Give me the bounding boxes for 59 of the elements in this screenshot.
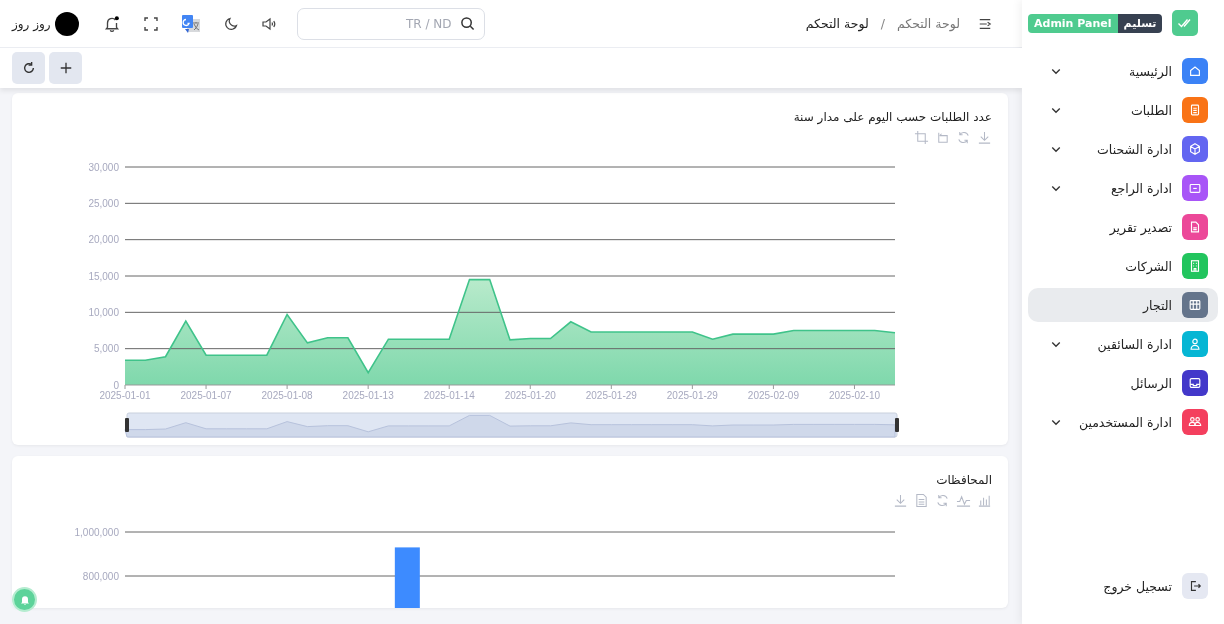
sidebar-item[interactable]: التجار xyxy=(1028,288,1218,322)
download-icon[interactable] xyxy=(977,130,992,145)
axis-label: 1,000,000 xyxy=(74,526,119,538)
sidebar-item[interactable]: الطلبات xyxy=(1028,93,1218,127)
refresh-button[interactable] xyxy=(12,52,45,84)
fullscreen-icon[interactable] xyxy=(142,15,159,32)
axis-label: 800,000 xyxy=(82,570,119,582)
sidebar-item[interactable]: الرسائل xyxy=(1028,366,1218,400)
line-chart-icon[interactable] xyxy=(956,493,971,508)
axis-label: 2025-01-20 xyxy=(504,390,556,401)
document-icon[interactable] xyxy=(914,493,929,508)
axis-label: 0 xyxy=(113,379,119,391)
axis-label: 2025-01-08 xyxy=(261,390,313,401)
range-slider[interactable] xyxy=(124,412,898,438)
logout-icon xyxy=(1182,573,1208,599)
sidebar-item[interactable]: تصدير تقرير xyxy=(1028,210,1218,244)
axis-label: 2025-01-07 xyxy=(180,390,232,401)
speaker-icon[interactable] xyxy=(260,15,277,32)
axis-label: 15,000 xyxy=(88,270,119,282)
axis-label: 2025-01-13 xyxy=(342,390,394,401)
refresh-icon[interactable] xyxy=(935,493,950,508)
axis-label: 2025-01-29 xyxy=(585,390,637,401)
refresh-icon xyxy=(21,61,36,75)
axis-label: 2025-02-09 xyxy=(747,390,799,401)
axis-label: 2025-02-10 xyxy=(828,390,881,401)
logout-button[interactable]: تسجيل خروج xyxy=(1028,572,1218,600)
sidebar-item[interactable]: ادارة الراجع xyxy=(1028,171,1218,205)
breadcrumb-link[interactable]: لوحة التحكم xyxy=(897,16,960,31)
avatar xyxy=(54,11,79,36)
axis-label: 20,000 xyxy=(88,234,119,246)
axis-label: 10,000 xyxy=(88,306,119,318)
logo-icon xyxy=(1172,10,1198,36)
menu-icon[interactable] xyxy=(978,16,992,31)
sidebar-item[interactable]: الشركات xyxy=(1028,249,1218,283)
refresh-icon[interactable] xyxy=(956,130,971,145)
search-field[interactable]: TR / ND xyxy=(296,7,485,40)
chart-title: المحافظات xyxy=(936,473,992,487)
axis-label: 2025-01-14 xyxy=(423,390,475,401)
slider-handle[interactable] xyxy=(125,418,129,432)
sidebar-item[interactable]: ادارة المستخدمين xyxy=(1028,405,1218,439)
sidebar-item[interactable]: ادارة السائقين xyxy=(1028,327,1218,361)
axis-label: 2025-01-29 xyxy=(666,390,718,401)
user-name: روز روز xyxy=(12,16,51,31)
chart-title: عدد الطلبات حسب اليوم على مدار سنة xyxy=(793,110,992,124)
axis-label: 25,000 xyxy=(88,197,119,209)
chart-bar xyxy=(394,547,420,608)
slider-handle[interactable] xyxy=(895,418,899,432)
plus-icon xyxy=(58,61,73,75)
axis-label: 5,000 xyxy=(93,343,119,355)
moon-icon[interactable] xyxy=(222,15,239,32)
sidebar-item[interactable]: ادارة الشحنات xyxy=(1028,132,1218,166)
translate-icon[interactable] xyxy=(180,13,201,34)
axis-label: 2025-01-01 xyxy=(99,390,151,401)
axis-label: 30,000 xyxy=(88,161,119,173)
download-icon[interactable] xyxy=(893,493,908,508)
breadcrumb-current: لوحة التحكم xyxy=(805,16,869,31)
sidebar-item[interactable]: الرئيسية xyxy=(1028,54,1218,88)
breadcrumb-separator: / xyxy=(880,16,885,31)
add-button[interactable] xyxy=(49,52,82,84)
